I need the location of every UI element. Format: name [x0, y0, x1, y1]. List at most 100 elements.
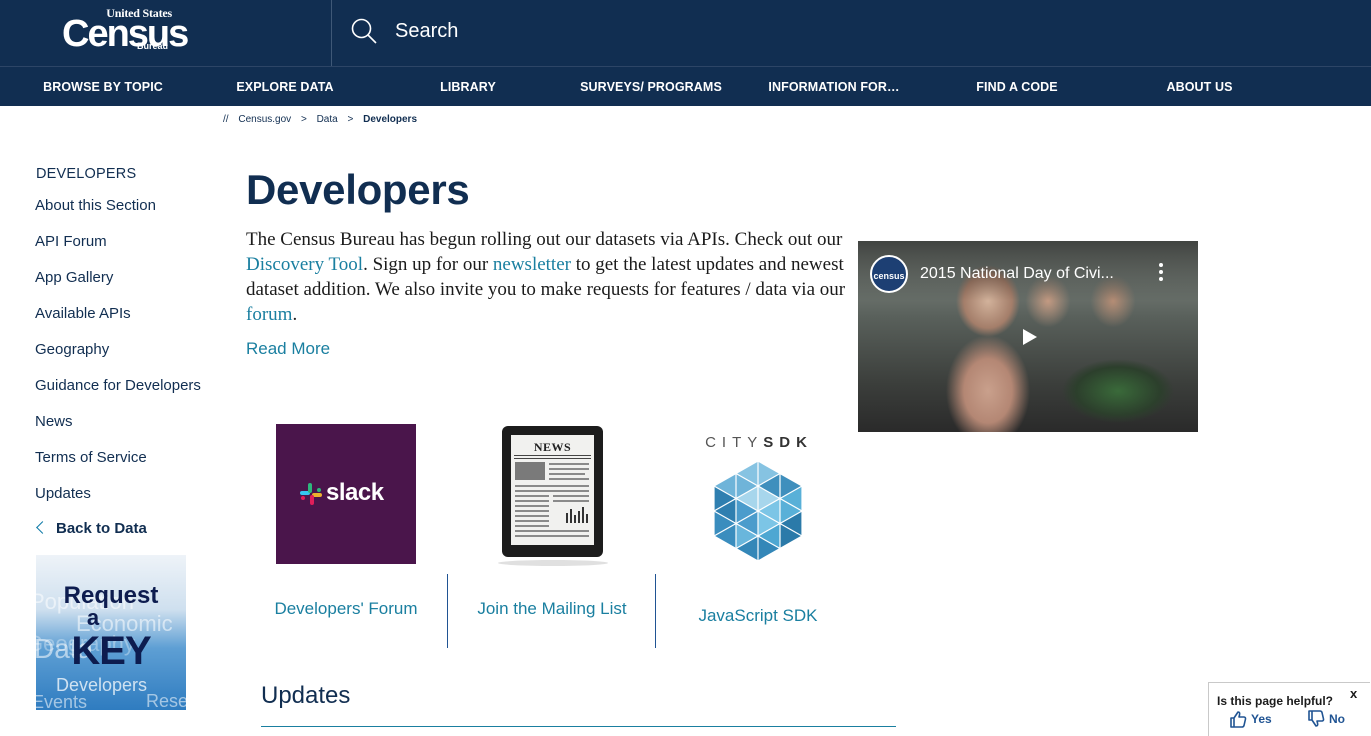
- thumbs-up-icon: [1230, 711, 1247, 728]
- citysdk-sdk: SDK: [763, 434, 813, 451]
- news-line: [515, 510, 549, 512]
- nav-find-a-code[interactable]: FIND A CODE: [966, 67, 1068, 107]
- discovery-tool-link[interactable]: Discovery Tool: [246, 254, 363, 275]
- nav-about-us[interactable]: ABOUT US: [1157, 67, 1242, 107]
- nav-surveys-programs[interactable]: SURVEYS/ PROGRAMS: [575, 67, 727, 107]
- news-rule: [514, 455, 591, 456]
- top-header: United States Census Bureau: [0, 0, 1371, 66]
- news-line: [515, 515, 549, 517]
- channel-avatar[interactable]: census: [870, 255, 908, 293]
- sidebar-item-about[interactable]: About this Section: [35, 197, 156, 214]
- more-options-icon[interactable]: [1157, 263, 1165, 283]
- updates-divider: [261, 726, 896, 727]
- newsletter-link[interactable]: newsletter: [493, 254, 571, 275]
- logo-census: Census: [62, 13, 189, 55]
- tablet-shadow: [498, 560, 608, 566]
- search-icon[interactable]: [350, 17, 378, 45]
- news-line: [549, 473, 585, 475]
- intro-text: . Sign up for our: [363, 254, 493, 275]
- request-key-bg-word: Research: [146, 691, 186, 710]
- breadcrumb-root-separator: //: [223, 114, 229, 125]
- breadcrumb-separator: >: [300, 114, 307, 125]
- updates-heading: Updates: [261, 682, 351, 709]
- feedback-no-button[interactable]: No: [1307, 708, 1357, 730]
- nav-browse-by-topic[interactable]: BROWSE BY TOPIC: [35, 67, 171, 107]
- sidebar-item-available-apis[interactable]: Available APIs: [35, 305, 131, 322]
- page-title: Developers: [246, 166, 470, 213]
- page-helpful-widget: Is this page helpful? x Yes No: [1208, 682, 1370, 736]
- chevron-left-icon: [36, 521, 49, 534]
- feedback-close-button[interactable]: x: [1350, 686, 1357, 701]
- intro-text: .: [292, 304, 298, 325]
- news-line: [515, 495, 549, 497]
- news-line: [549, 478, 589, 480]
- request-key-bg-word: Events: [36, 692, 88, 710]
- census-logo[interactable]: United States Census Bureau: [62, 6, 189, 56]
- feedback-no-label: No: [1329, 712, 1345, 726]
- news-rule: [514, 458, 591, 459]
- news-masthead: NEWS: [533, 440, 572, 454]
- video-player[interactable]: census 2015 National Day of Civi...: [858, 241, 1198, 432]
- slack-icon: [300, 483, 322, 505]
- play-icon[interactable]: [1010, 324, 1046, 350]
- back-to-data-label: Back to Data: [56, 520, 147, 537]
- intro-text: The Census Bureau has begun rolling out …: [246, 229, 843, 250]
- news-line: [549, 468, 589, 470]
- back-to-data-link[interactable]: Back to Data: [35, 520, 147, 537]
- forum-link[interactable]: forum: [246, 304, 292, 325]
- news-line: [515, 500, 549, 502]
- sidebar-item-app-gallery[interactable]: App Gallery: [35, 269, 113, 286]
- request-key-banner[interactable]: Population Economic Data Geography Devel…: [36, 555, 186, 710]
- intro-paragraph: The Census Bureau has begun rolling out …: [246, 227, 846, 327]
- citysdk-wordmark[interactable]: CITYSDK: [697, 434, 821, 451]
- feedback-yes-button[interactable]: Yes: [1229, 708, 1279, 730]
- news-line: [515, 505, 549, 507]
- sidebar-item-terms[interactable]: Terms of Service: [35, 449, 147, 466]
- request-key-line3: KEY: [71, 629, 151, 673]
- search-input[interactable]: [395, 16, 995, 46]
- tablet-screen: NEWS: [511, 435, 594, 545]
- card-divider: [447, 574, 448, 648]
- news-line: [549, 463, 589, 465]
- breadcrumb-censusgov[interactable]: Census.gov: [238, 114, 291, 125]
- javascript-sdk-link[interactable]: JavaScript SDK: [672, 606, 844, 626]
- news-bar-chart: [566, 507, 588, 523]
- thumbs-down-icon: [1308, 710, 1325, 727]
- breadcrumb-data[interactable]: Data: [317, 114, 338, 125]
- newsletter-tablet-image[interactable]: NEWS: [502, 426, 603, 557]
- slack-wordmark: slack: [326, 479, 384, 506]
- request-key-line2: a: [86, 605, 100, 630]
- news-line: [515, 490, 589, 492]
- sidebar-item-updates[interactable]: Updates: [35, 485, 91, 502]
- sidebar-item-guidance[interactable]: Guidance for Developers: [35, 377, 201, 394]
- news-line: [515, 520, 549, 522]
- news-line: [515, 530, 589, 532]
- main-nav: BROWSE BY TOPIC EXPLORE DATA LIBRARY SUR…: [0, 66, 1371, 106]
- developers-forum-link[interactable]: Developers' Forum: [266, 599, 426, 619]
- sidebar-item-news[interactable]: News: [35, 413, 73, 430]
- join-mailing-list-link[interactable]: Join the Mailing List: [462, 599, 642, 619]
- sidebar-heading: DEVELOPERS: [36, 166, 137, 182]
- nav-explore-data[interactable]: EXPLORE DATA: [227, 67, 343, 107]
- breadcrumb-current: Developers: [363, 114, 418, 125]
- logo-bureau: Bureau: [136, 41, 168, 51]
- news-line: [515, 535, 589, 537]
- news-line: [553, 500, 589, 502]
- nav-information-for[interactable]: INFORMATION FOR…: [763, 67, 905, 107]
- news-line: [515, 525, 549, 527]
- video-title[interactable]: 2015 National Day of Civi...: [920, 265, 1160, 283]
- citysdk-city: CITY: [705, 434, 764, 451]
- feedback-question: Is this page helpful?: [1217, 694, 1334, 708]
- news-line: [553, 495, 589, 497]
- header-divider: [331, 0, 332, 66]
- nav-library[interactable]: LIBRARY: [428, 67, 508, 107]
- read-more-link[interactable]: Read More: [246, 339, 330, 359]
- news-line: [515, 485, 589, 487]
- card-divider: [655, 574, 656, 648]
- sidebar-item-api-forum[interactable]: API Forum: [35, 233, 107, 250]
- news-photo: [515, 462, 545, 480]
- citysdk-hexagon-icon[interactable]: [707, 461, 809, 561]
- feedback-yes-label: Yes: [1251, 712, 1272, 726]
- sidebar-item-geography[interactable]: Geography: [35, 341, 109, 358]
- breadcrumb: // Census.gov > Data > Developers: [223, 114, 424, 125]
